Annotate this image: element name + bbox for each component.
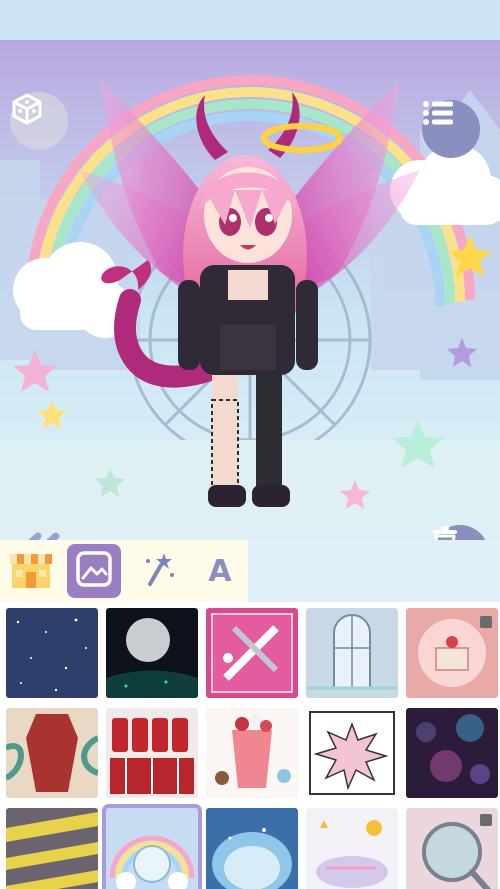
bg-tile-starry-ice-cave[interactable]: [206, 808, 298, 889]
magic-wand-icon: [139, 551, 175, 591]
collapse-panel-button[interactable]: [14, 532, 64, 540]
bg-tile-arched-window-room[interactable]: [306, 608, 398, 698]
bg-tile-strawberry-cake[interactable]: [406, 608, 498, 698]
shop-icon: [8, 548, 54, 594]
bg-tile-red-coffin-vines[interactable]: [6, 708, 98, 798]
tab-background[interactable]: [67, 544, 121, 598]
tab-shop[interactable]: [4, 544, 58, 598]
bg-tile-purple-bokeh[interactable]: [406, 708, 498, 798]
bg-tile-syringe-pills[interactable]: [206, 608, 298, 698]
bg-tile-blood-bags[interactable]: [106, 708, 198, 798]
status-bar: [0, 0, 500, 40]
bg-tile-night-sky[interactable]: [6, 608, 98, 698]
random-outfit-button[interactable]: [10, 92, 68, 150]
picture-frame-icon: [75, 550, 113, 592]
background-grid: [0, 602, 500, 889]
bg-tile-magnifier-locked[interactable]: [406, 808, 498, 889]
tab-text-label: A: [208, 553, 232, 589]
bg-tile-caution-tape[interactable]: [6, 808, 98, 889]
tab-effects[interactable]: [130, 544, 184, 598]
bg-tile-full-moon-night[interactable]: [106, 608, 198, 698]
dressup-scene: [0, 40, 500, 540]
bg-tile-parfait-dessert[interactable]: [206, 708, 298, 798]
tab-text[interactable]: A: [193, 544, 247, 598]
bg-tile-comic-burst[interactable]: [306, 708, 398, 798]
bg-tile-rainbow-bubble-car[interactable]: [102, 804, 202, 889]
menu-button[interactable]: [422, 100, 480, 158]
bg-tile-sun-cloud-doodle[interactable]: [306, 808, 398, 889]
category-toolbar: A: [0, 540, 500, 602]
category-tabs: A: [0, 540, 248, 602]
